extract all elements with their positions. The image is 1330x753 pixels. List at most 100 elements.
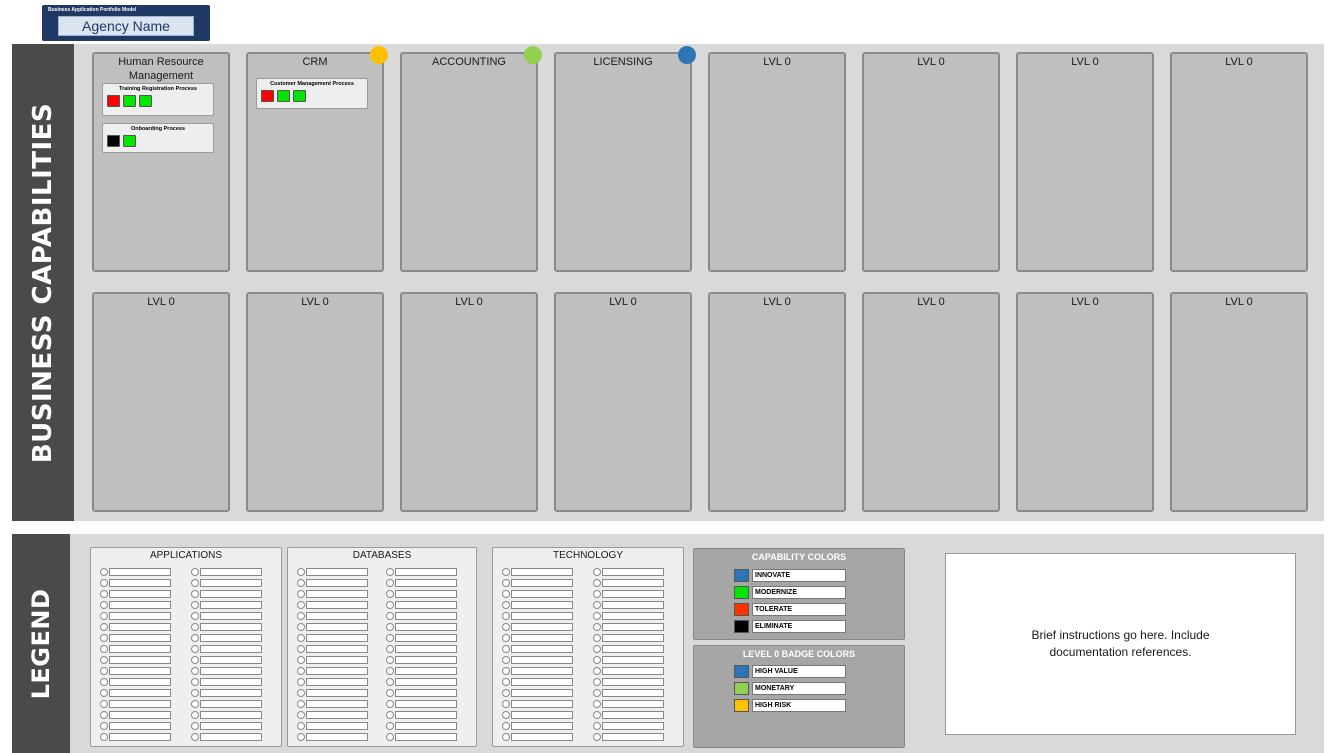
legend-slot-field[interactable] <box>200 644 262 653</box>
legend-slot-field[interactable] <box>511 611 573 620</box>
legend-slot-field[interactable] <box>200 611 262 620</box>
legend-slot-field[interactable] <box>602 666 664 675</box>
legend-slot-field[interactable] <box>602 622 664 631</box>
legend-slot-field[interactable] <box>109 611 171 620</box>
capability-card-lvl0[interactable]: LVL 0 <box>708 52 846 272</box>
legend-slot-field[interactable] <box>200 677 262 686</box>
legend-slot-field[interactable] <box>511 600 573 609</box>
legend-slot-field[interactable] <box>306 677 368 686</box>
legend-slot-field[interactable] <box>511 644 573 653</box>
capability-card-lvl0[interactable]: LVL 0 <box>400 292 538 512</box>
legend-slot-field[interactable] <box>511 721 573 730</box>
legend-slot-field[interactable] <box>306 611 368 620</box>
legend-slot-field[interactable] <box>602 600 664 609</box>
legend-slot-field[interactable] <box>395 666 457 675</box>
legend-slot-field[interactable] <box>109 644 171 653</box>
capability-card-accounting[interactable]: ACCOUNTING <box>400 46 542 272</box>
capability-card-lvl0[interactable]: LVL 0 <box>1016 292 1154 512</box>
agency-name-field[interactable]: Agency Name <box>58 16 194 36</box>
legend-slot-field[interactable] <box>109 677 171 686</box>
legend-slot-field[interactable] <box>511 677 573 686</box>
legend-slot-field[interactable] <box>602 567 664 576</box>
legend-slot-field[interactable] <box>109 710 171 719</box>
legend-slot-field[interactable] <box>306 578 368 587</box>
legend-slot-field[interactable] <box>395 688 457 697</box>
legend-slot-field[interactable] <box>395 699 457 708</box>
legend-slot-field[interactable] <box>511 655 573 664</box>
legend-slot-field[interactable] <box>602 644 664 653</box>
legend-slot-field[interactable] <box>306 688 368 697</box>
legend-slot-field[interactable] <box>511 666 573 675</box>
legend-slot-field[interactable] <box>200 666 262 675</box>
legend-slot-field[interactable] <box>109 655 171 664</box>
capability-card-lvl0[interactable]: LVL 0 <box>1170 52 1308 272</box>
legend-slot-field[interactable] <box>395 721 457 730</box>
capability-card-licensing[interactable]: LICENSING <box>554 46 696 272</box>
legend-slot-field[interactable] <box>109 633 171 642</box>
legend-slot-field[interactable] <box>109 600 171 609</box>
legend-slot-field[interactable] <box>511 710 573 719</box>
legend-slot-field[interactable] <box>395 655 457 664</box>
legend-slot-field[interactable] <box>602 655 664 664</box>
legend-slot-field[interactable] <box>306 622 368 631</box>
legend-slot-field[interactable] <box>200 688 262 697</box>
legend-slot-field[interactable] <box>306 600 368 609</box>
process-card-customer[interactable]: Customer Management Process <box>256 78 368 109</box>
legend-slot-field[interactable] <box>200 600 262 609</box>
legend-slot-field[interactable] <box>602 732 664 741</box>
legend-slot-field[interactable] <box>200 721 262 730</box>
legend-slot-field[interactable] <box>306 633 368 642</box>
legend-slot-field[interactable] <box>395 644 457 653</box>
legend-slot-field[interactable] <box>200 578 262 587</box>
capability-card-lvl0[interactable]: LVL 0 <box>1016 52 1154 272</box>
legend-slot-field[interactable] <box>602 721 664 730</box>
legend-slot-field[interactable] <box>306 666 368 675</box>
capability-card-lvl0[interactable]: LVL 0 <box>554 292 692 512</box>
legend-slot-field[interactable] <box>306 655 368 664</box>
legend-slot-field[interactable] <box>200 732 262 741</box>
capability-card-lvl0[interactable]: LVL 0 <box>92 292 230 512</box>
capability-card-hr[interactable]: Human Resource Management Training Regis… <box>92 52 230 272</box>
legend-slot-field[interactable] <box>395 633 457 642</box>
capability-card-lvl0[interactable]: LVL 0 <box>862 52 1000 272</box>
legend-slot-field[interactable] <box>602 699 664 708</box>
legend-slot-field[interactable] <box>306 710 368 719</box>
legend-slot-field[interactable] <box>109 622 171 631</box>
legend-slot-field[interactable] <box>306 732 368 741</box>
legend-slot-field[interactable] <box>306 644 368 653</box>
legend-slot-field[interactable] <box>200 710 262 719</box>
legend-slot-field[interactable] <box>395 611 457 620</box>
legend-slot-field[interactable] <box>200 633 262 642</box>
process-card-training[interactable]: Training Registration Process <box>102 83 214 116</box>
legend-slot-field[interactable] <box>511 567 573 576</box>
legend-slot-field[interactable] <box>109 699 171 708</box>
legend-slot-field[interactable] <box>109 721 171 730</box>
legend-slot-field[interactable] <box>306 567 368 576</box>
legend-slot-field[interactable] <box>602 589 664 598</box>
legend-slot-field[interactable] <box>395 677 457 686</box>
legend-slot-field[interactable] <box>511 688 573 697</box>
legend-slot-field[interactable] <box>109 578 171 587</box>
legend-slot-field[interactable] <box>511 633 573 642</box>
legend-slot-field[interactable] <box>200 699 262 708</box>
legend-slot-field[interactable] <box>200 567 262 576</box>
legend-slot-field[interactable] <box>306 589 368 598</box>
legend-slot-field[interactable] <box>109 732 171 741</box>
legend-slot-field[interactable] <box>306 721 368 730</box>
legend-slot-field[interactable] <box>602 688 664 697</box>
capability-card-lvl0[interactable]: LVL 0 <box>1170 292 1308 512</box>
capability-card-crm[interactable]: CRM Customer Management Process <box>246 46 388 272</box>
legend-slot-field[interactable] <box>109 666 171 675</box>
legend-slot-field[interactable] <box>602 633 664 642</box>
instructions-box[interactable]: Brief instructions go here. Include docu… <box>945 553 1296 735</box>
legend-slot-field[interactable] <box>109 688 171 697</box>
legend-slot-field[interactable] <box>395 567 457 576</box>
legend-slot-field[interactable] <box>395 578 457 587</box>
legend-slot-field[interactable] <box>602 677 664 686</box>
legend-slot-field[interactable] <box>395 600 457 609</box>
legend-slot-field[interactable] <box>602 578 664 587</box>
legend-slot-field[interactable] <box>395 710 457 719</box>
capability-card-lvl0[interactable]: LVL 0 <box>246 292 384 512</box>
legend-slot-field[interactable] <box>602 611 664 620</box>
legend-slot-field[interactable] <box>395 622 457 631</box>
